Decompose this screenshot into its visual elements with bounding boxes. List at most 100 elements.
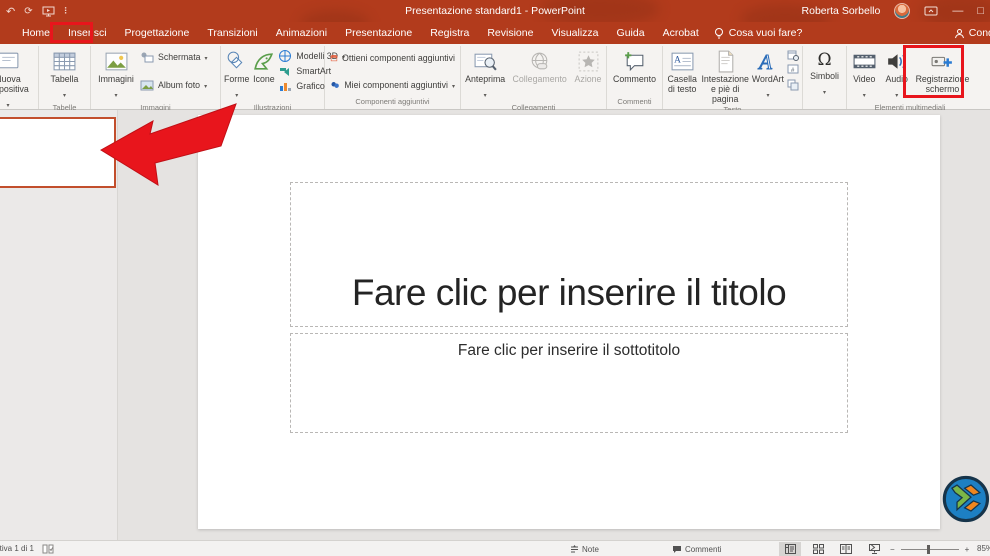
object-icon[interactable] (787, 79, 799, 91)
annotation-box-inserisci (50, 22, 93, 43)
ribbon-group-simboli: Ω Simboli (803, 46, 847, 109)
zoom-out-button[interactable]: − (890, 545, 895, 554)
ribbon-group-testo: A Casella di testo Intestazione e piè di… (663, 46, 803, 109)
wordart-icon: A (755, 49, 780, 74)
zoom-preview-button[interactable]: Anteprima (464, 47, 506, 102)
photo-album-icon (140, 78, 154, 92)
zoom-preview-icon (473, 49, 498, 74)
workspace: Fare clic per inserire il titolo Fare cl… (0, 110, 990, 540)
wordart-button[interactable]: A WordArt (752, 47, 784, 102)
icons-button[interactable]: Icone (251, 47, 276, 84)
photo-album-button[interactable]: Album foto (140, 78, 208, 92)
dropdown-arrow-icon (235, 84, 238, 102)
ribbon-tab-bar: Home Inserisci Progettazione Transizioni… (0, 22, 990, 44)
dropdown-arrow-icon (823, 81, 826, 99)
reading-view-icon[interactable] (835, 542, 857, 556)
screenshot-icon (140, 50, 154, 64)
my-addins-button[interactable]: Miei componenti aggiuntivi (330, 78, 455, 92)
annotation-box-registrazione-schermo (903, 45, 964, 98)
dropdown-arrow-icon (863, 84, 866, 102)
tab-visualizza[interactable]: Visualizza (542, 22, 607, 44)
restore-icon[interactable]: □ (977, 5, 984, 17)
action-icon (576, 49, 601, 74)
zoom-percentage[interactable]: 85% (977, 541, 990, 556)
dropdown-arrow-icon (484, 84, 487, 102)
tab-progettazione[interactable]: Progettazione (116, 22, 199, 44)
subtitle-placeholder[interactable]: Fare clic per inserire il sottotitolo (290, 333, 848, 433)
chart-icon (278, 79, 292, 93)
new-comment-button[interactable]: Commento (613, 47, 656, 84)
get-addins-button[interactable]: Ottieni componenti aggiuntivi (330, 51, 455, 65)
minimize-icon[interactable]: — (952, 5, 963, 17)
header-footer-button[interactable]: Intestazione e piè di pagina (701, 47, 748, 104)
svg-text:A: A (674, 56, 681, 66)
ribbon-group-tabelle: Tabella Tabelle (39, 46, 91, 109)
text-box-icon: A (670, 49, 695, 74)
slide-sorter-icon[interactable] (807, 542, 829, 556)
tab-presentazione[interactable]: Presentazione (336, 22, 421, 44)
3d-models-icon (278, 49, 292, 63)
zoom-slider-thumb[interactable] (927, 545, 930, 554)
notes-toggle[interactable]: Note (570, 541, 599, 556)
video-button[interactable]: Video (850, 47, 878, 102)
screenshot-button[interactable]: Schermata (140, 50, 208, 64)
ribbon-group-componenti-aggiuntivi: Ottieni componenti aggiuntivi Miei compo… (325, 46, 461, 109)
dropdown-arrow-icon (6, 94, 9, 109)
zoom-in-button[interactable]: + (965, 545, 970, 554)
dropdown-arrow-icon (63, 84, 66, 102)
slide-thumbnail-panel[interactable] (0, 110, 118, 540)
slide-number-icon[interactable]: # (787, 64, 799, 76)
comments-toggle[interactable]: Commenti (672, 541, 721, 556)
normal-view-icon[interactable] (779, 542, 801, 556)
ribbon-group-commenti: Commento Commenti (607, 46, 663, 109)
status-bar: Diapositiva 1 di 1 Note Commenti − + 85% (0, 540, 990, 556)
pictures-button[interactable]: Immagini (94, 47, 138, 102)
zoom-slider[interactable] (901, 549, 959, 550)
ribbon-group-diapositive: Nuova diapositiva Diapositive (0, 46, 39, 109)
share-button[interactable]: Condividi (954, 22, 990, 44)
new-comment-icon (622, 49, 647, 74)
table-button[interactable]: Tabella (51, 47, 79, 102)
shapes-button[interactable]: Forme (224, 47, 249, 102)
dropdown-arrow-icon (452, 80, 455, 90)
link-icon (527, 49, 552, 74)
text-box-button[interactable]: A Casella di testo (666, 47, 698, 94)
tab-animazioni[interactable]: Animazioni (267, 22, 336, 44)
title-bar: Presentazione standard1 - PowerPoint Rob… (0, 0, 990, 22)
new-slide-button[interactable]: Nuova diapositiva (0, 47, 39, 109)
date-time-icon[interactable] (787, 49, 799, 61)
slideshow-view-icon[interactable] (863, 542, 885, 556)
powerpoint-window: { "colors": { "titlebar": "#b23b1c", "an… (0, 0, 990, 556)
my-addins-icon (330, 78, 340, 92)
share-person-icon (954, 28, 965, 39)
ribbon-group-illustrazioni: Forme Icone Modelli 3D SmartArt (221, 46, 325, 109)
dropdown-arrow-icon (895, 84, 898, 102)
action-button: Azione (573, 47, 603, 84)
title-placeholder[interactable]: Fare clic per inserire il titolo (290, 182, 848, 327)
icons-icon (251, 49, 276, 74)
symbols-icon: Ω (817, 49, 831, 71)
link-button: Collegamento (512, 47, 567, 84)
tell-me-search[interactable]: Cosa vuoi fare? (714, 27, 803, 40)
comments-icon (672, 545, 682, 554)
avatar[interactable] (894, 3, 910, 19)
ribbon: Nuova diapositiva Diapositive Tabella Ta… (0, 44, 990, 110)
notes-icon (570, 545, 579, 554)
tab-registra[interactable]: Registra (421, 22, 478, 44)
dropdown-arrow-icon (205, 52, 208, 62)
ribbon-options-icon[interactable] (924, 6, 938, 16)
slide-thumbnail[interactable] (0, 117, 116, 188)
tab-transizioni[interactable]: Transizioni (198, 22, 266, 44)
smartart-icon (278, 64, 292, 78)
svg-text:A: A (758, 50, 773, 74)
zoom-control: − + (890, 541, 969, 556)
spell-check-icon[interactable] (42, 544, 54, 554)
symbols-button[interactable]: Ω Simboli (810, 47, 839, 99)
tab-acrobat[interactable]: Acrobat (654, 22, 708, 44)
shapes-icon (224, 49, 249, 74)
tab-revisione[interactable]: Revisione (478, 22, 542, 44)
user-name: Roberta Sorbello (802, 5, 881, 17)
tab-guida[interactable]: Guida (608, 22, 654, 44)
lightbulb-icon (714, 27, 724, 40)
ribbon-group-immagini: Immagini Schermata Album foto Immagini (91, 46, 221, 109)
